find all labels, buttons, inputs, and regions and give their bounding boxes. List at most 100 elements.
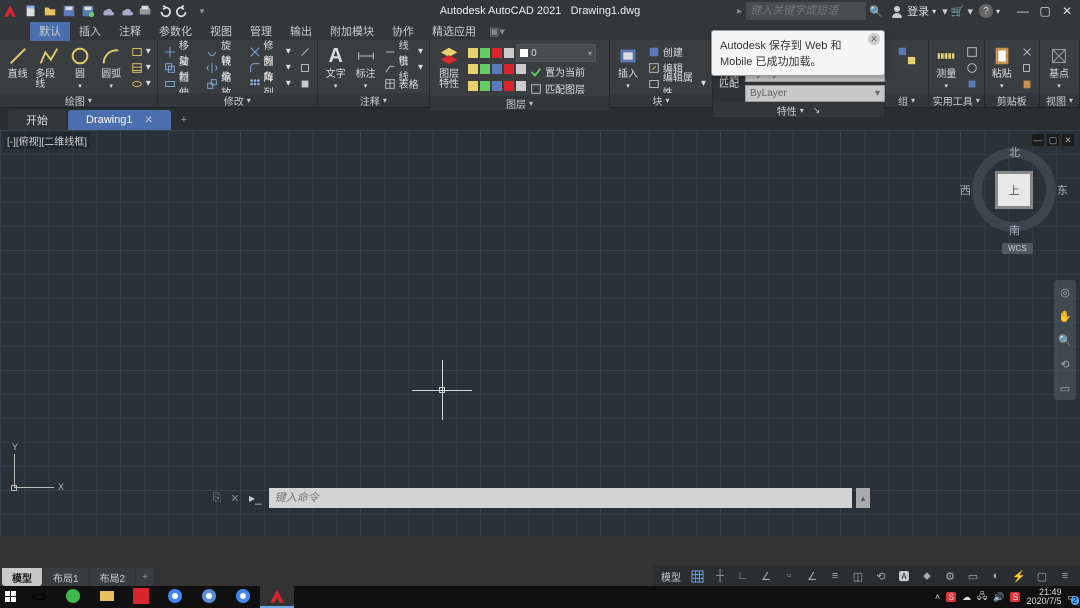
stretch-button[interactable]: 拉伸 <box>162 76 200 91</box>
copy-clip-icon[interactable] <box>1019 60 1035 75</box>
edit-attr-button[interactable]: 编辑属性▾ <box>646 76 708 91</box>
search-icon[interactable]: 🔍 <box>866 5 886 18</box>
nav-wheel-icon[interactable]: ◎ <box>1057 284 1073 300</box>
line-button[interactable]: 直线 <box>4 42 31 93</box>
clean-screen-icon[interactable]: ▢ <box>1031 567 1053 585</box>
nav-zoom-icon[interactable]: 🔍 <box>1057 332 1073 348</box>
isolate-icon[interactable]: ◐ <box>985 567 1007 585</box>
create-block-button[interactable]: 创建 <box>646 44 708 59</box>
scale-button[interactable]: 缩放 <box>204 76 242 91</box>
polar-toggle-icon[interactable]: ∠ <box>755 567 777 585</box>
viewcube-east[interactable]: 东 <box>1057 182 1068 198</box>
minimize-button[interactable]: — <box>1014 2 1032 20</box>
tab-drawing1[interactable]: Drawing1✕ <box>68 110 171 130</box>
chromium-icon[interactable] <box>192 586 226 608</box>
tab-addons[interactable]: 附加模块 <box>321 21 383 41</box>
insert-block-button[interactable]: 插入▾ <box>614 42 642 93</box>
close-button[interactable]: ✕ <box>1058 2 1076 20</box>
viewcube-north[interactable]: 北 <box>1009 144 1020 160</box>
layout-2[interactable]: 布局2 <box>90 568 136 586</box>
notifications-icon[interactable]: ▭2 <box>1067 592 1076 603</box>
balloon-close-icon[interactable]: ✕ <box>868 33 880 45</box>
ellipse-icon[interactable]: ▾ <box>129 76 153 91</box>
measure-button[interactable]: 测量▾ <box>933 42 960 93</box>
vp-minimize-icon[interactable]: — <box>1032 134 1044 146</box>
tab-default[interactable]: 默认 <box>30 21 70 41</box>
lineweight-dropdown[interactable]: ByLayer▾ <box>745 85 885 102</box>
tray-cloud-icon[interactable]: ☁ <box>962 592 971 603</box>
drawing-canvas[interactable]: [-][俯视][二维线框] — ▢ ✕ XY 上 北 南 东 西 WCS ◎ ✋… <box>0 130 1080 536</box>
viewcube[interactable]: 上 北 南 东 西 WCS <box>972 148 1056 232</box>
table-button[interactable]: 表格 <box>382 76 425 91</box>
workspace-icon[interactable]: ⚙ <box>939 567 961 585</box>
cloud-save-icon[interactable] <box>117 2 135 20</box>
vp-maximize-icon[interactable]: ▢ <box>1047 134 1059 146</box>
tab-new-icon[interactable]: + <box>173 110 195 130</box>
ortho-toggle-icon[interactable]: ∟ <box>732 567 754 585</box>
viewcube-wcs[interactable]: WCS <box>1002 243 1033 254</box>
save-icon[interactable] <box>60 2 78 20</box>
viewcube-south[interactable]: 南 <box>1009 222 1020 238</box>
wechat-icon[interactable] <box>56 586 90 608</box>
tab-close-icon[interactable]: ✕ <box>144 115 152 126</box>
search-input[interactable] <box>746 2 866 20</box>
modify-extra-3-icon[interactable] <box>297 76 313 91</box>
autocad-taskbar-icon[interactable] <box>260 586 294 608</box>
nav-pan-icon[interactable]: ✋ <box>1057 308 1073 324</box>
dim-button[interactable]: 标注▾ <box>354 42 378 93</box>
tab-insert[interactable]: 插入 <box>70 21 110 41</box>
tray-sogou-icon[interactable]: S <box>946 592 956 602</box>
arc-button[interactable]: 圆弧▾ <box>98 42 125 93</box>
chrome-icon-2[interactable] <box>226 586 260 608</box>
login-button[interactable]: 登录 ▾ <box>890 3 936 19</box>
osnap-toggle-icon[interactable]: ▫ <box>778 567 800 585</box>
status-model-label[interactable]: 模型 <box>657 569 685 584</box>
viewport-label[interactable]: [-][俯视][二维线框] <box>4 132 90 149</box>
tray-up-icon[interactable]: ˄ <box>935 592 940 602</box>
tab-featured[interactable]: 精选应用 <box>423 21 485 41</box>
cmd-history-icon[interactable]: ⎘ <box>210 491 224 505</box>
new-icon[interactable] <box>22 2 40 20</box>
monitor-icon[interactable]: ▭ <box>962 567 984 585</box>
open-icon[interactable] <box>41 2 59 20</box>
layer-dropdown[interactable]: 0 ▾ <box>516 44 596 62</box>
tray-vol-icon[interactable]: 🔊 <box>993 592 1004 603</box>
viewcube-top-face[interactable]: 上 <box>998 174 1030 206</box>
modify-extra-1-icon[interactable] <box>297 44 313 59</box>
util-1-icon[interactable] <box>964 44 980 59</box>
lineweight-toggle-icon[interactable]: ≡ <box>824 567 846 585</box>
layout-1[interactable]: 布局1 <box>43 568 89 586</box>
app-icon[interactable] <box>124 586 158 608</box>
tray-net-icon[interactable]: 🖧 <box>977 589 987 605</box>
rect-icon[interactable]: ▾ <box>129 44 153 59</box>
layout-model[interactable]: 模型 <box>2 568 42 586</box>
tray-ime-icon[interactable]: S <box>1010 592 1020 602</box>
explorer-icon[interactable] <box>90 586 124 608</box>
array-button[interactable]: 阵列▾ <box>247 76 293 91</box>
maximize-button[interactable]: ▢ <box>1036 2 1054 20</box>
undo-icon[interactable] <box>155 2 173 20</box>
tab-output[interactable]: 输出 <box>281 21 321 41</box>
layer-tool-row-1[interactable] <box>468 64 526 79</box>
polyline-button[interactable]: 多段线 <box>35 42 62 93</box>
plot-icon[interactable] <box>136 2 154 20</box>
nav-orbit-icon[interactable]: ⟲ <box>1057 356 1073 372</box>
match-layer-button[interactable]: 匹配图层 <box>528 81 587 96</box>
text-button[interactable]: A文字▾ <box>322 42 350 93</box>
modify-extra-2-icon[interactable] <box>297 60 313 75</box>
tab-expand-icon[interactable]: ▣▾ <box>485 23 509 40</box>
cmd-dropdown-icon[interactable]: ▴ <box>856 488 870 508</box>
taskbar-clock[interactable]: 21:492020/7/5 <box>1026 588 1061 607</box>
cmd-close-icon[interactable]: ✕ <box>228 491 242 505</box>
scale-icon[interactable]: ⬥ <box>916 567 938 585</box>
layer-properties-button[interactable]: 图层 特性 <box>434 42 464 96</box>
taskview-icon[interactable]: ▭ <box>22 586 56 608</box>
saveas-icon[interactable] <box>79 2 97 20</box>
paste-special-icon[interactable] <box>1019 76 1035 91</box>
hatch-icon[interactable]: ▾ <box>129 60 153 75</box>
command-input[interactable] <box>269 488 852 508</box>
make-current-button[interactable]: 置为当前 <box>528 64 587 79</box>
layout-add-icon[interactable]: + <box>136 568 154 586</box>
vp-close-icon[interactable]: ✕ <box>1062 134 1074 146</box>
help-button[interactable]: ?▾ <box>979 4 1000 18</box>
